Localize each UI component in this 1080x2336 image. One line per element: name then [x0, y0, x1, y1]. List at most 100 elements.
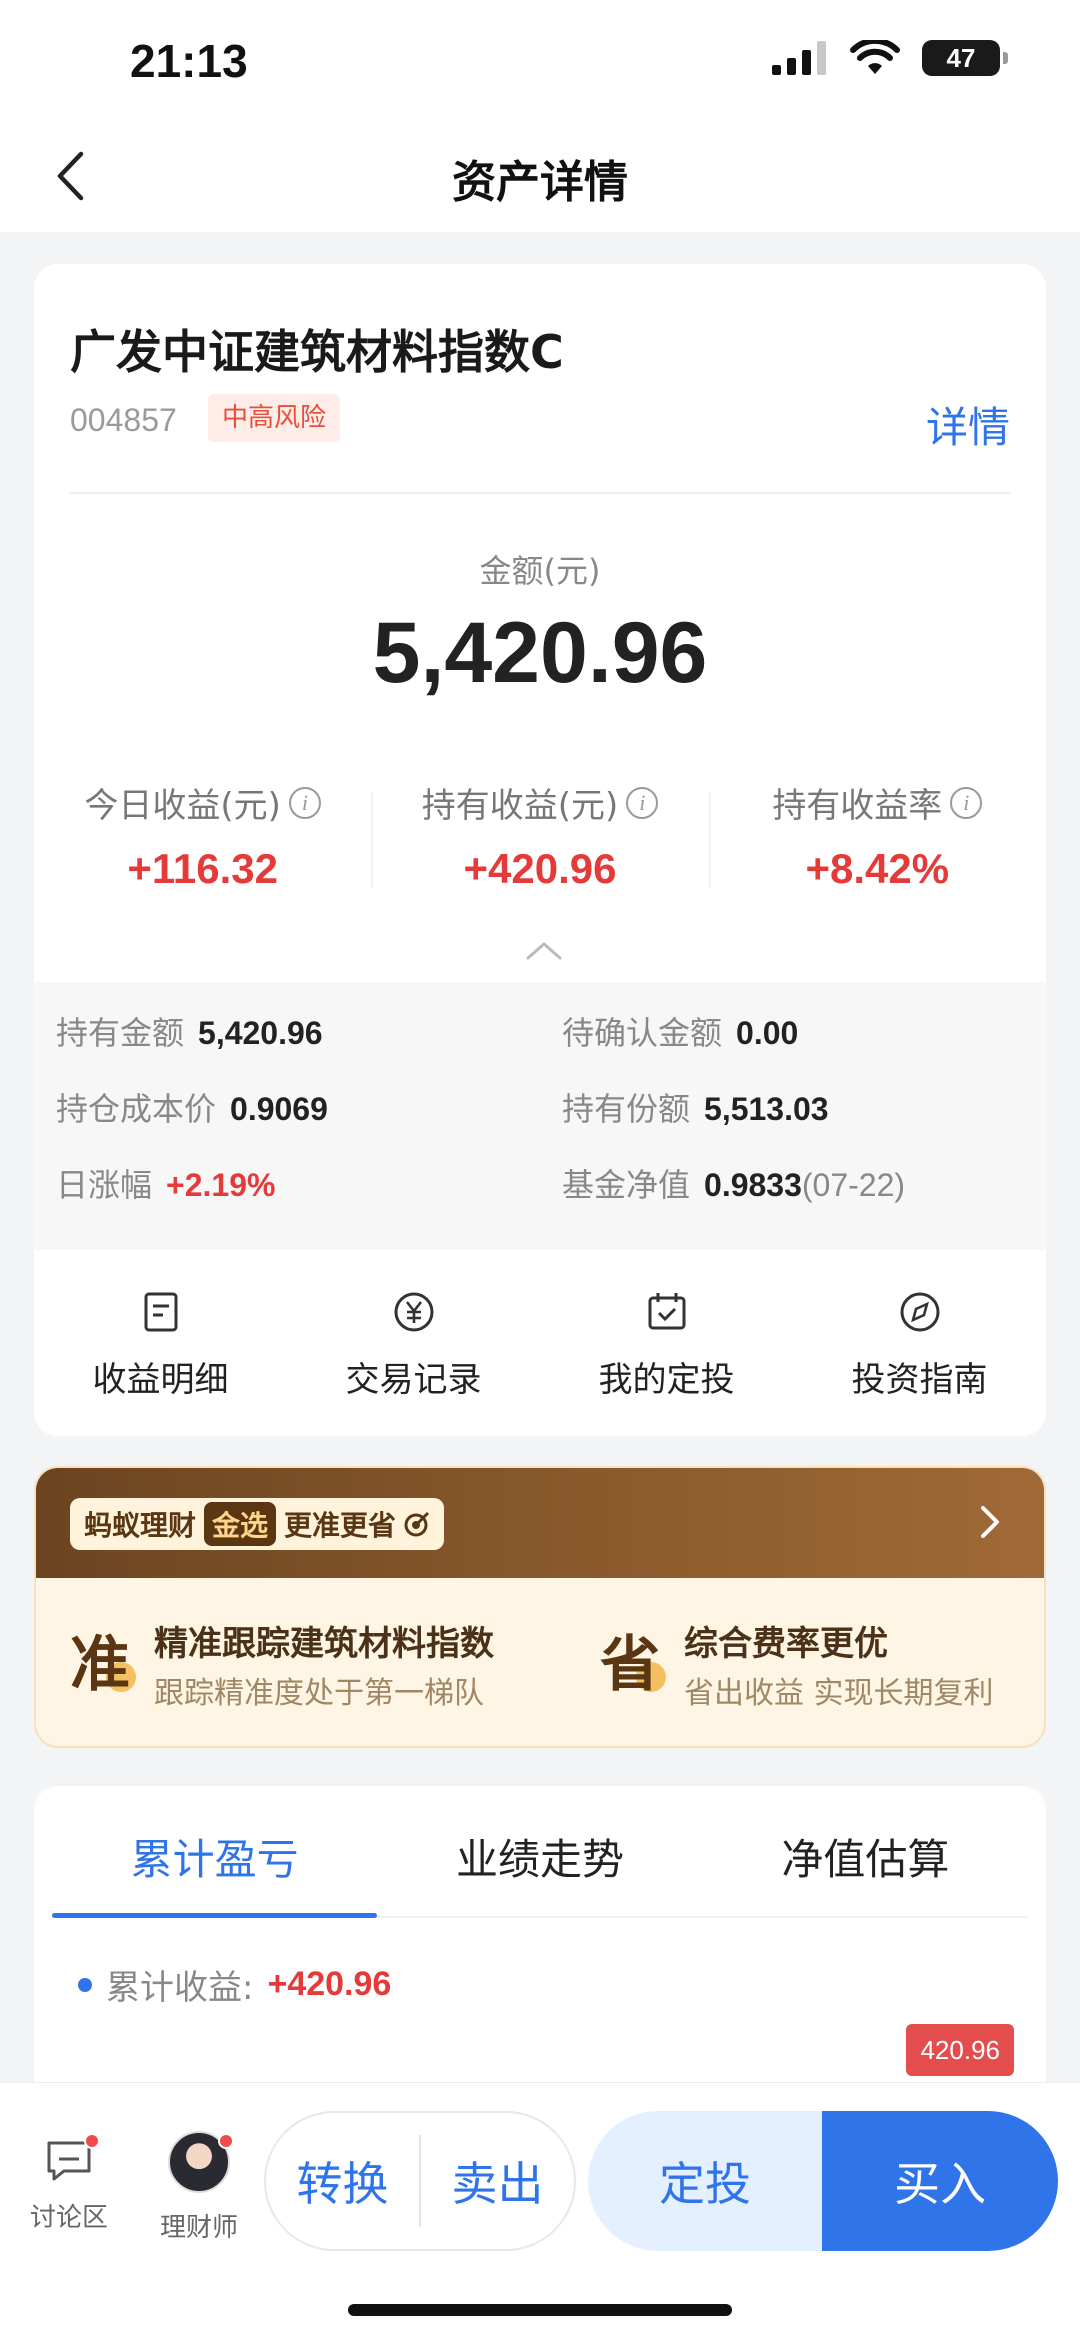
calendar-check-icon [648, 1293, 685, 1330]
amount-label: 金额(元) [479, 552, 601, 590]
performance-tabs: 累计盈亏 业绩走势 净值估算 [52, 1786, 1028, 1918]
promo-title: 精准跟踪建筑材料指数 [154, 1624, 494, 1664]
target-icon [404, 1511, 430, 1537]
quick-action-label: 交易记录 [345, 1360, 482, 1400]
detail-label: 待确认金额 [562, 1014, 723, 1052]
detail-hold-amount: 持有金额 5,420.96 [56, 1008, 323, 1054]
promo-banner[interactable]: 蚂蚁理财 金选 更准更省 准 精准跟踪建筑材料指数 跟踪精准度处于第一梯队 省 … [34, 1466, 1046, 1748]
tab-nav-estimate[interactable]: 净值估算 [703, 1786, 1028, 1916]
cumulative-earnings: 累计收益: +420.96 [78, 1960, 391, 2009]
detail-shares: 持有份额 5,513.03 [562, 1084, 829, 1130]
promo-title: 综合费率更优 [684, 1624, 888, 1664]
promo-brand: 蚂蚁理财 [84, 1509, 197, 1542]
notification-dot [84, 2133, 100, 2149]
promo-glyph: 省 [600, 1630, 660, 1700]
nav-date: (07-22) [801, 1167, 906, 1203]
legend-dot [78, 1977, 92, 1992]
detail-value: 5,513.03 [704, 1091, 829, 1127]
quick-action-my-auto-invest[interactable]: 我的定投 [540, 1264, 793, 1424]
auto-invest-button[interactable]: 定投 [588, 2111, 822, 2251]
advisor-label: 理财师 [159, 2213, 238, 2243]
stat-today-earnings: 今日收益(元) i +116.32 [34, 778, 371, 898]
detail-value: 5,420.96 [198, 1015, 323, 1051]
risk-badge: 中高风险 [208, 394, 341, 442]
quick-action-label: 投资指南 [851, 1360, 988, 1400]
promo-subtitle: 跟踪精准度处于第一梯队 [154, 1676, 484, 1711]
detail-label: 基金净值 [562, 1166, 691, 1204]
page-title: 资产详情 [452, 157, 628, 208]
discussion-button[interactable]: 讨论区 [14, 2119, 124, 2234]
yuan-circle-icon [394, 1292, 433, 1332]
status-time: 21:13 [130, 35, 248, 87]
stat-value: +116.32 [127, 845, 278, 892]
detail-value: 0.9833 [704, 1167, 802, 1203]
buy-button[interactable]: 买入 [822, 2111, 1058, 2251]
sell-button[interactable]: 卖出 [421, 2148, 574, 2214]
fund-name: 广发中证建筑材料指数C [70, 325, 564, 379]
info-icon[interactable]: i [626, 786, 659, 819]
detail-pending-amount: 待确认金额 0.00 [562, 1008, 798, 1054]
chart-value-flag: 420.96 [906, 2024, 1014, 2076]
nav-bar: 资产详情 [0, 120, 1080, 232]
stat-label: 今日收益(元) [84, 786, 281, 826]
notification-dot [218, 2133, 234, 2149]
detail-daily-change: 日涨幅 +2.19% [56, 1160, 275, 1206]
holding-details: 持有金额 5,420.96 待确认金额 0.00 持仓成本价 0.9069 持有份额 5… [34, 982, 1046, 1250]
cumulative-value: +420.96 [267, 1965, 392, 2003]
advisor-button[interactable]: 理财师 [144, 2119, 254, 2244]
stat-holding-return-rate: 持有收益率 i +8.42% [708, 778, 1046, 898]
detail-value: 0.9069 [230, 1091, 328, 1127]
invest-buy-group: 定投 买入 [588, 2111, 1058, 2251]
detail-label: 持有金额 [56, 1014, 185, 1052]
collapse-caret-icon[interactable] [524, 932, 564, 972]
detail-cost-price: 持仓成本价 0.9069 [56, 1084, 328, 1130]
earnings-stats: 今日收益(元) i +116.32 持有收益(元) i +420.96 持有收益率 i… [34, 778, 1046, 898]
fund-code: 004857 [70, 402, 177, 438]
quick-action-label: 我的定投 [598, 1360, 735, 1400]
fund-summary-card: 广发中证建筑材料指数C 004857 中高风险 详情 金额(元) 5,420.9… [34, 264, 1046, 1436]
stat-holding-earnings: 持有收益(元) i +420.96 [371, 778, 708, 898]
convert-sell-group: 转换 卖出 [264, 2111, 576, 2251]
detail-label: 持仓成本价 [56, 1090, 217, 1128]
discussion-label: 讨论区 [29, 2203, 108, 2233]
battery-indicator: 47 [922, 40, 1008, 76]
cumulative-label: 累计收益: [106, 1968, 254, 2008]
quick-action-label: 收益明细 [92, 1360, 229, 1400]
stat-label: 持有收益率 [772, 786, 943, 826]
detail-label: 持有份额 [562, 1090, 691, 1128]
promo-subtitle: 省出收益 实现长期复利 [684, 1676, 994, 1711]
stat-value: +8.42% [805, 845, 950, 892]
wifi-icon [850, 40, 900, 74]
status-bar: 21:13 47 [0, 0, 1080, 120]
stat-label: 持有收益(元) [421, 786, 619, 826]
detail-label: 日涨幅 [56, 1166, 153, 1204]
chevron-right-icon [981, 1506, 999, 1538]
document-icon [144, 1292, 177, 1332]
divider [70, 492, 1010, 494]
tab-cumulative-pnl[interactable]: 累计盈亏 [52, 1786, 378, 1918]
amount-value: 5,420.96 [372, 605, 708, 701]
promo-gold-tag: 金选 [204, 1502, 277, 1546]
promo-slogan: 更准更省 [284, 1509, 397, 1542]
compass-icon [900, 1292, 939, 1332]
detail-nav-value: 基金净值 0.9833(07-22) [562, 1160, 905, 1206]
info-icon[interactable]: i [288, 786, 321, 819]
stat-value: +420.96 [463, 845, 617, 892]
quick-action-earnings-detail[interactable]: 收益明细 [34, 1264, 287, 1424]
info-icon[interactable]: i [950, 786, 983, 819]
home-indicator[interactable] [348, 2304, 732, 2316]
convert-button[interactable]: 转换 [266, 2148, 419, 2214]
quick-action-invest-guide[interactable]: 投资指南 [793, 1264, 1046, 1424]
status-icons: 47 [772, 40, 1008, 76]
avatar [168, 2131, 234, 2193]
detail-value: 0.00 [736, 1015, 799, 1051]
fund-detail-link[interactable]: 详情 [926, 394, 1010, 455]
quick-action-trade-records[interactable]: 交易记录 [287, 1264, 540, 1424]
tab-performance-trend[interactable]: 业绩走势 [377, 1786, 702, 1916]
bottom-action-bar: 讨论区 理财师 转换 卖出 定投 买入 [0, 2082, 1080, 2336]
promo-tag: 蚂蚁理财 金选 更准更省 [70, 1498, 445, 1550]
quick-actions: 收益明细 交易记录 我的定投 投资指南 [34, 1264, 1046, 1424]
detail-value: +2.19% [166, 1167, 276, 1203]
promo-header: 蚂蚁理财 金选 更准更省 [36, 1468, 1044, 1578]
signal-icon [772, 41, 826, 75]
